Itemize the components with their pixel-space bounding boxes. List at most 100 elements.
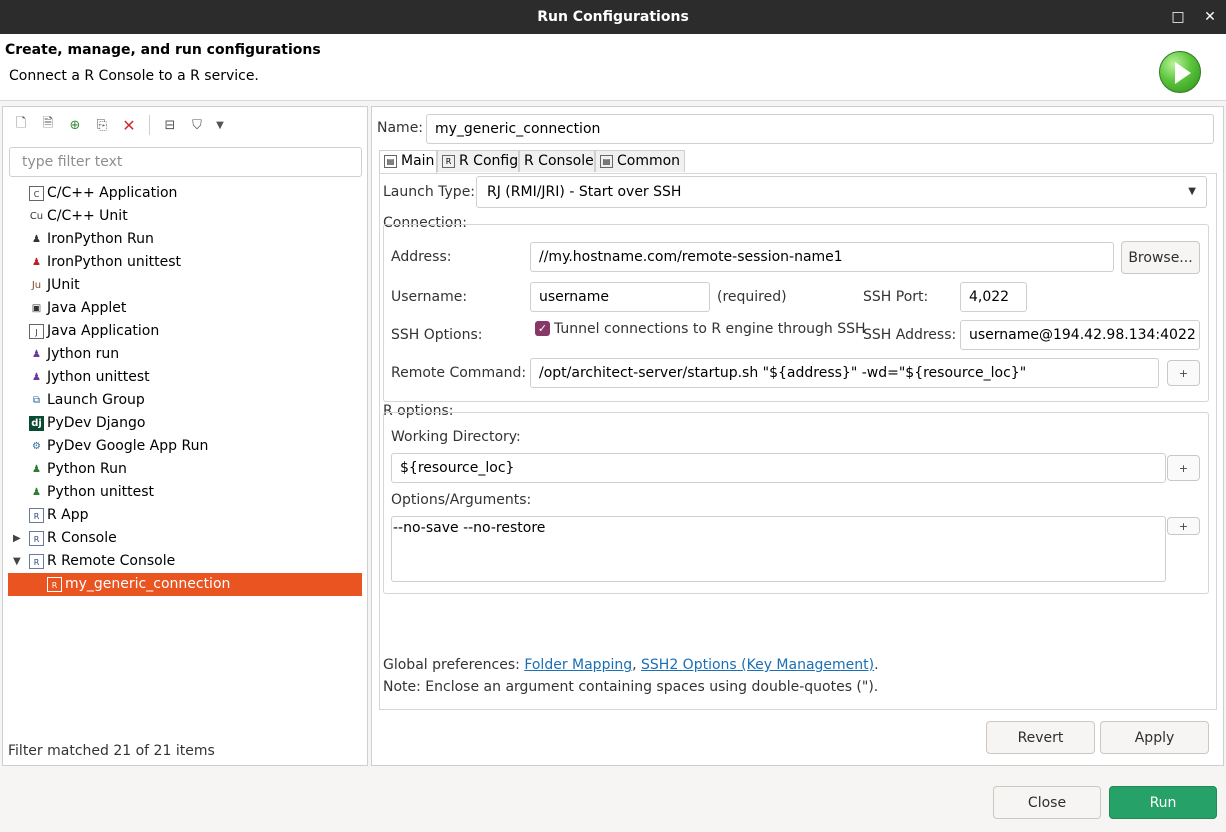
tree-item-label: R Remote Console [47, 553, 176, 569]
tunnel-checkbox[interactable]: ✓ [535, 321, 550, 336]
filter-input[interactable] [9, 147, 362, 177]
tree-item-jython-run[interactable]: ♟ Jython run [3, 343, 367, 366]
working-directory-variables-button[interactable]: + [1167, 455, 1200, 481]
tree-item-python-run[interactable]: ♟ Python Run [3, 458, 367, 481]
tree-item-c-cpp-unit[interactable]: Cu C/C++ Unit [3, 205, 367, 228]
tree-item-python-unittest[interactable]: ♟ Python unittest [3, 481, 367, 504]
r-remote-console-icon: R [29, 554, 44, 569]
close-icon[interactable]: ✕ [1194, 0, 1226, 34]
options-arguments-variables-button[interactable]: + [1167, 517, 1200, 535]
main-tab-icon: ▤ [384, 154, 397, 168]
java-applet-icon: ▣ [31, 303, 42, 314]
filter-icon[interactable]: ⛉ [188, 116, 206, 134]
tree-item-label: Jython unittest [47, 369, 150, 385]
tree-item-c-cpp-application[interactable]: C C/C++ Application [3, 182, 367, 205]
launch-group-icon: ⧉ [32, 395, 41, 406]
jython-icon: ♟ [32, 349, 41, 360]
python-unittest-icon: ♟ [32, 487, 41, 498]
jython-unittest-icon: ♟ [32, 372, 41, 383]
browse-button[interactable]: Browse... [1121, 241, 1200, 274]
delete-icon[interactable]: ✕ [120, 116, 138, 135]
ssh-address-input[interactable]: username@194.42.98.134:4022 [960, 320, 1200, 350]
tab-r-console[interactable]: R Console [519, 150, 595, 172]
ssh-options-label: SSH Options: [391, 327, 483, 343]
filter-status: Filter matched 21 of 21 items [8, 743, 215, 759]
chevron-right-icon[interactable]: ▶ [13, 527, 21, 550]
tree-item-label: PyDev Django [47, 415, 146, 431]
tree-item-ironpython-run[interactable]: ♟ IronPython Run [3, 228, 367, 251]
r-app-icon: R [29, 508, 44, 523]
tree-item-launch-group[interactable]: ⧉ Launch Group [3, 389, 367, 412]
apply-button[interactable]: Apply [1100, 721, 1209, 754]
tree-item-my-generic-connection[interactable]: R my_generic_connection [8, 573, 362, 596]
run-button[interactable]: Run [1109, 786, 1217, 819]
tree-item-label: my_generic_connection [65, 576, 231, 592]
view-menu-chevron-down-icon[interactable]: ▼ [211, 116, 229, 134]
tree-item-label: Python unittest [47, 484, 154, 500]
tree-item-jython-unittest[interactable]: ♟ Jython unittest [3, 366, 367, 389]
tab-main[interactable]: ▤ Main [379, 150, 437, 173]
chevron-down-icon[interactable]: ▼ [13, 550, 21, 573]
working-directory-label: Working Directory: [391, 429, 521, 445]
working-directory-input[interactable]: ${resource_loc} [391, 453, 1166, 483]
launch-type-label: Launch Type: [383, 184, 476, 200]
tree-item-pydev-google-app-run[interactable]: ⚙ PyDev Google App Run [3, 435, 367, 458]
tab-label: Main [401, 153, 435, 169]
username-label: Username: [391, 289, 468, 305]
remote-command-input[interactable]: /opt/architect-server/startup.sh "${addr… [530, 358, 1159, 388]
tree-item-java-applet[interactable]: ▣ Java Applet [3, 297, 367, 320]
collapse-all-icon[interactable]: ⊟ [161, 116, 179, 134]
options-arguments-textarea[interactable]: --no-save --no-restore [391, 516, 1166, 582]
tab-bar: ▤ Main R R Config R Console ▤ Common [379, 150, 1217, 174]
ssh-port-input[interactable]: 4,022 [960, 282, 1027, 312]
tab-label: R Config [459, 153, 519, 169]
r-config-icon: R [442, 154, 455, 168]
remote-command-variables-button[interactable]: + [1167, 360, 1200, 386]
common-tab-icon: ▤ [600, 154, 613, 168]
tab-common[interactable]: ▤ Common [595, 150, 685, 172]
tree-item-label: C/C++ Unit [47, 208, 128, 224]
django-icon: dj [29, 416, 44, 431]
tree-item-label: C/C++ Application [47, 185, 178, 201]
global-preferences-label: Global preferences: [383, 657, 520, 673]
tree-item-pydev-django[interactable]: dj PyDev Django [3, 412, 367, 435]
username-input[interactable]: username [530, 282, 710, 312]
close-button[interactable]: Close [993, 786, 1101, 819]
java-application-icon: J [29, 324, 44, 339]
duplicate-icon[interactable]: ⎘ [93, 116, 111, 134]
options-arguments-label: Options/Arguments: [391, 492, 532, 508]
tree-item-r-app[interactable]: R R App [3, 504, 367, 527]
tree-item-label: JUnit [47, 277, 80, 293]
tree-item-junit[interactable]: Ju JUnit [3, 274, 367, 297]
folder-mapping-link[interactable]: Folder Mapping [524, 657, 632, 673]
address-input[interactable]: //my.hostname.com/remote-session-name1 [530, 242, 1114, 272]
python-run-icon: ♟ [32, 464, 41, 475]
name-label: Name: [377, 120, 424, 136]
new-configuration-icon[interactable]: 🗋 [12, 116, 30, 134]
tree-item-label: Jython run [47, 346, 120, 362]
tree-item-label: Java Application [47, 323, 160, 339]
tab-r-config[interactable]: R R Config [437, 150, 519, 172]
python-unittest-icon: ♟ [32, 257, 41, 268]
new-prototype-icon[interactable]: 🗎 [39, 116, 57, 134]
tree-item-ironpython-unittest[interactable]: ♟ IronPython unittest [3, 251, 367, 274]
name-input[interactable]: my_generic_connection [426, 114, 1214, 144]
tree-item-r-console[interactable]: ▶ R R Console [3, 527, 367, 550]
run-configuration-logo-icon [1159, 51, 1201, 93]
tree-item-r-remote-console[interactable]: ▼ R R Remote Console [3, 550, 367, 573]
global-preferences-line: Global preferences: Folder Mapping, SSH2… [383, 657, 879, 673]
period: . [874, 657, 879, 673]
note-text: Note: Enclose an argument containing spa… [383, 679, 879, 695]
r-console-icon: R [29, 531, 44, 546]
launch-type-select[interactable]: RJ (RMI/JRI) - Start over SSH ▼ [476, 176, 1207, 208]
window-title: Run Configurations [537, 9, 689, 25]
tree-item-label: IronPython unittest [47, 254, 182, 270]
google-app-icon: ⚙ [32, 441, 41, 452]
tree-item-java-application[interactable]: J Java Application [3, 320, 367, 343]
export-icon[interactable]: ⊕ [66, 116, 84, 134]
maximize-icon[interactable]: □ [1162, 0, 1194, 34]
address-label: Address: [391, 249, 452, 265]
window-titlebar: Run Configurations □ ✕ [0, 0, 1226, 34]
ssh2-options-link[interactable]: SSH2 Options (Key Management) [641, 657, 874, 673]
revert-button[interactable]: Revert [986, 721, 1095, 754]
